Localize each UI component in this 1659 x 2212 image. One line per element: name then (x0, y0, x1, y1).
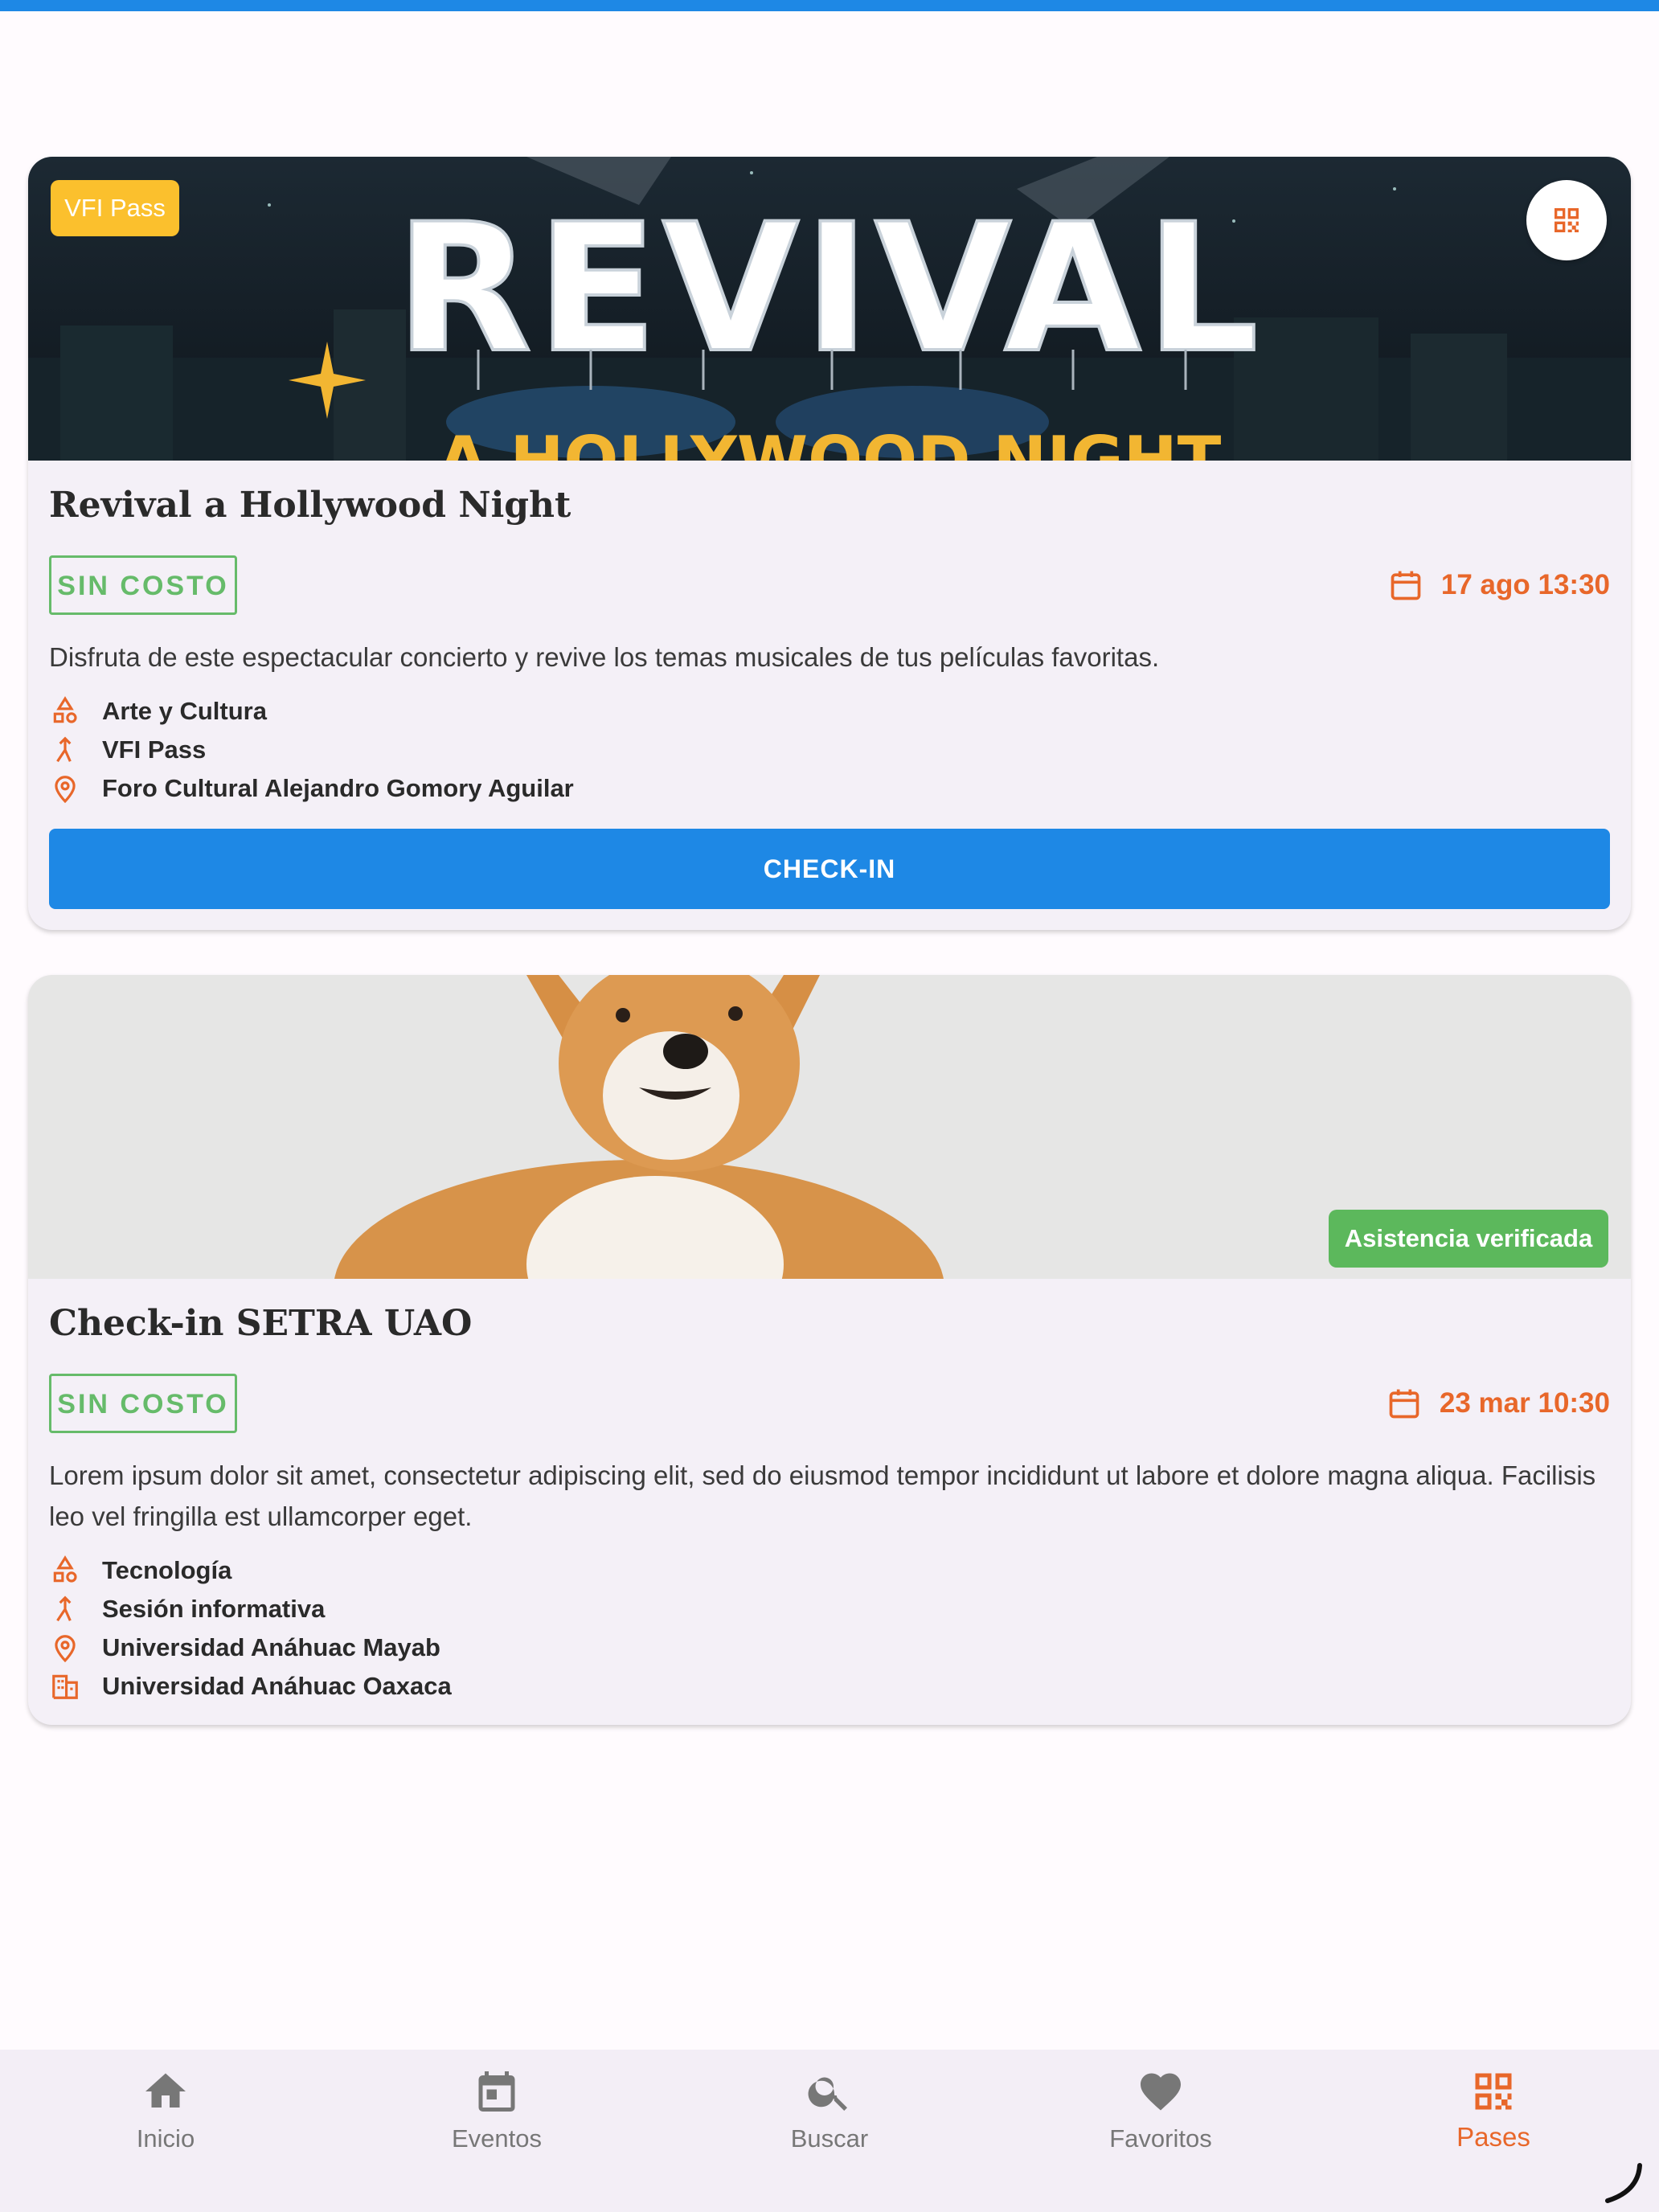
calendar-icon (478, 2071, 515, 2112)
meta-type: VFI Pass (49, 731, 574, 769)
vfi-pass-badge: VFI Pass (51, 180, 179, 236)
loading-spinner-icon (1605, 2163, 1642, 2203)
nav-item-inicio[interactable]: Inicio (0, 2050, 331, 2212)
meta-category: Tecnología (49, 1551, 452, 1590)
event-date-text: 23 mar 10:30 (1439, 1387, 1610, 1419)
event-date: 23 mar 10:30 (1387, 1383, 1610, 1423)
nav-item-buscar[interactable]: Buscar (664, 2050, 995, 2212)
meta-type: Sesión informativa (49, 1590, 452, 1628)
banner-art-title: REVIVAL (395, 186, 1264, 391)
meta-category: Arte y Cultura (49, 692, 574, 731)
building-icon (49, 1670, 81, 1702)
event-meta-list: Arte y Cultura VFI Pass Foro Cultural Al… (49, 692, 574, 808)
qr-code-icon (1555, 208, 1579, 232)
event-description: Disfruta de este espectacular concierto … (49, 642, 1160, 672)
show-qr-button[interactable] (1526, 180, 1607, 260)
event-date-text: 17 ago 13:30 (1440, 569, 1610, 600)
event-description: Lorem ipsum dolor sit amet, consectetur … (49, 1460, 1596, 1531)
event-banner-image: REVIVAL A HOLLYWOOD NIGHT (28, 157, 1631, 461)
check-in-button[interactable]: CHECK-IN (49, 829, 1610, 909)
event-card-revival[interactable]: REVIVAL A HOLLYWOOD NIGHT VFI Pass Reviv… (28, 157, 1631, 930)
event-title: Check-in SETRA UAO (49, 1303, 473, 1344)
bottom-navigation: Inicio Eventos Buscar Favoritos Pases (0, 2050, 1659, 2212)
location-pin-icon (49, 1632, 81, 1664)
search-icon (808, 2077, 847, 2111)
price-badge: SIN COSTO (49, 1374, 237, 1433)
top-accent-bar (0, 0, 1659, 11)
nav-item-eventos[interactable]: Eventos (331, 2050, 662, 2212)
price-badge: SIN COSTO (49, 555, 237, 615)
nav-item-favoritos[interactable]: Favoritos (995, 2050, 1326, 2212)
meta-location: Foro Cultural Alejandro Gomory Aguilar (49, 769, 574, 808)
qr-code-icon (1475, 2073, 1512, 2110)
banner-art-subtitle: A HOLLYWOOD NIGHT (438, 423, 1222, 461)
event-card-setra[interactable]: Asistencia verificada Check-in SETRA UAO… (28, 975, 1631, 1725)
event-date: 17 ago 13:30 (1388, 565, 1610, 605)
calendar-icon (1389, 1389, 1419, 1419)
location-pin-icon (49, 772, 81, 805)
home-icon (145, 2073, 186, 2108)
meta-location: Universidad Anáhuac Mayab (49, 1628, 452, 1667)
event-meta-list: Tecnología Sesión informativa Universida… (49, 1551, 452, 1706)
merge-type-icon (49, 734, 81, 766)
category-icon (49, 1555, 81, 1587)
merge-type-icon (49, 1593, 81, 1625)
category-icon (49, 695, 81, 727)
event-title: Revival a Hollywood Night (49, 485, 571, 526)
heart-icon (1141, 2073, 1181, 2111)
calendar-icon (1391, 571, 1421, 600)
meta-campus: Universidad Anáhuac Oaxaca (49, 1667, 452, 1706)
attendance-verified-badge: Asistencia verificada (1329, 1210, 1608, 1268)
